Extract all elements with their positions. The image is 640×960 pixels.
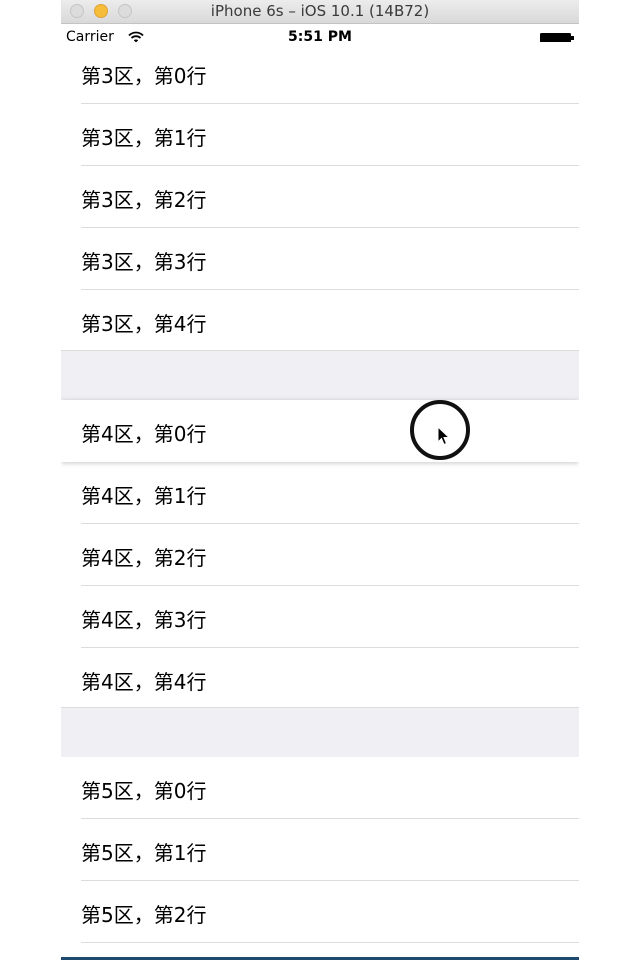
mouse-pointer-icon: [437, 426, 451, 446]
table-row[interactable]: 第3区，第4行: [61, 290, 579, 352]
row-label: 第3区，第2行: [81, 188, 207, 212]
row-label: 第5区，第2行: [81, 903, 207, 927]
row-label: 第3区，第0行: [81, 64, 207, 88]
window-title: iPhone 6s – iOS 10.1 (14B72): [210, 2, 430, 20]
table-row[interactable]: 第4区，第4行: [61, 648, 579, 710]
table-row[interactable]: 第4区，第1行: [61, 462, 579, 524]
row-label: 第4区，第3行: [81, 608, 207, 632]
title-bar: iPhone 6s – iOS 10.1 (14B72): [61, 0, 579, 24]
row-label: 第3区，第3行: [81, 250, 207, 274]
row-label: 第3区，第1行: [81, 126, 207, 150]
row-label: 第4区，第4行: [81, 670, 207, 694]
table-row[interactable]: 第4区，第3行: [61, 586, 579, 648]
table-row[interactable]: 第3区，第3行: [61, 228, 579, 290]
simulator-window: iPhone 6s – iOS 10.1 (14B72) Carrier 5:5…: [61, 0, 579, 960]
row-label: 第4区，第0行: [81, 422, 207, 446]
table-row[interactable]: 第3区，第2行: [61, 166, 579, 228]
row-label: 第5区，第1行: [81, 841, 207, 865]
row-separator: [81, 942, 579, 943]
right-backdrop: [579, 0, 640, 960]
table-row[interactable]: 第4区，第2行: [61, 524, 579, 586]
section-spacer: [61, 350, 579, 400]
table-row[interactable]: 第3区，第1行: [61, 104, 579, 166]
table-row[interactable]: 第5区，第0行: [61, 757, 579, 819]
table-row-dragging[interactable]: 第4区，第0行: [61, 400, 579, 462]
table-row[interactable]: 第5区，第1行: [61, 819, 579, 881]
table-row[interactable]: 第3区，第0行: [61, 42, 579, 104]
table-row[interactable]: 第5区，第2行: [61, 881, 579, 943]
row-label: 第3区，第4行: [81, 312, 207, 336]
left-backdrop: [0, 0, 61, 960]
row-label: 第4区，第1行: [81, 484, 207, 508]
section-spacer: [61, 707, 579, 757]
row-label: 第4区，第2行: [81, 546, 207, 570]
row-label: 第5区，第0行: [81, 779, 207, 803]
